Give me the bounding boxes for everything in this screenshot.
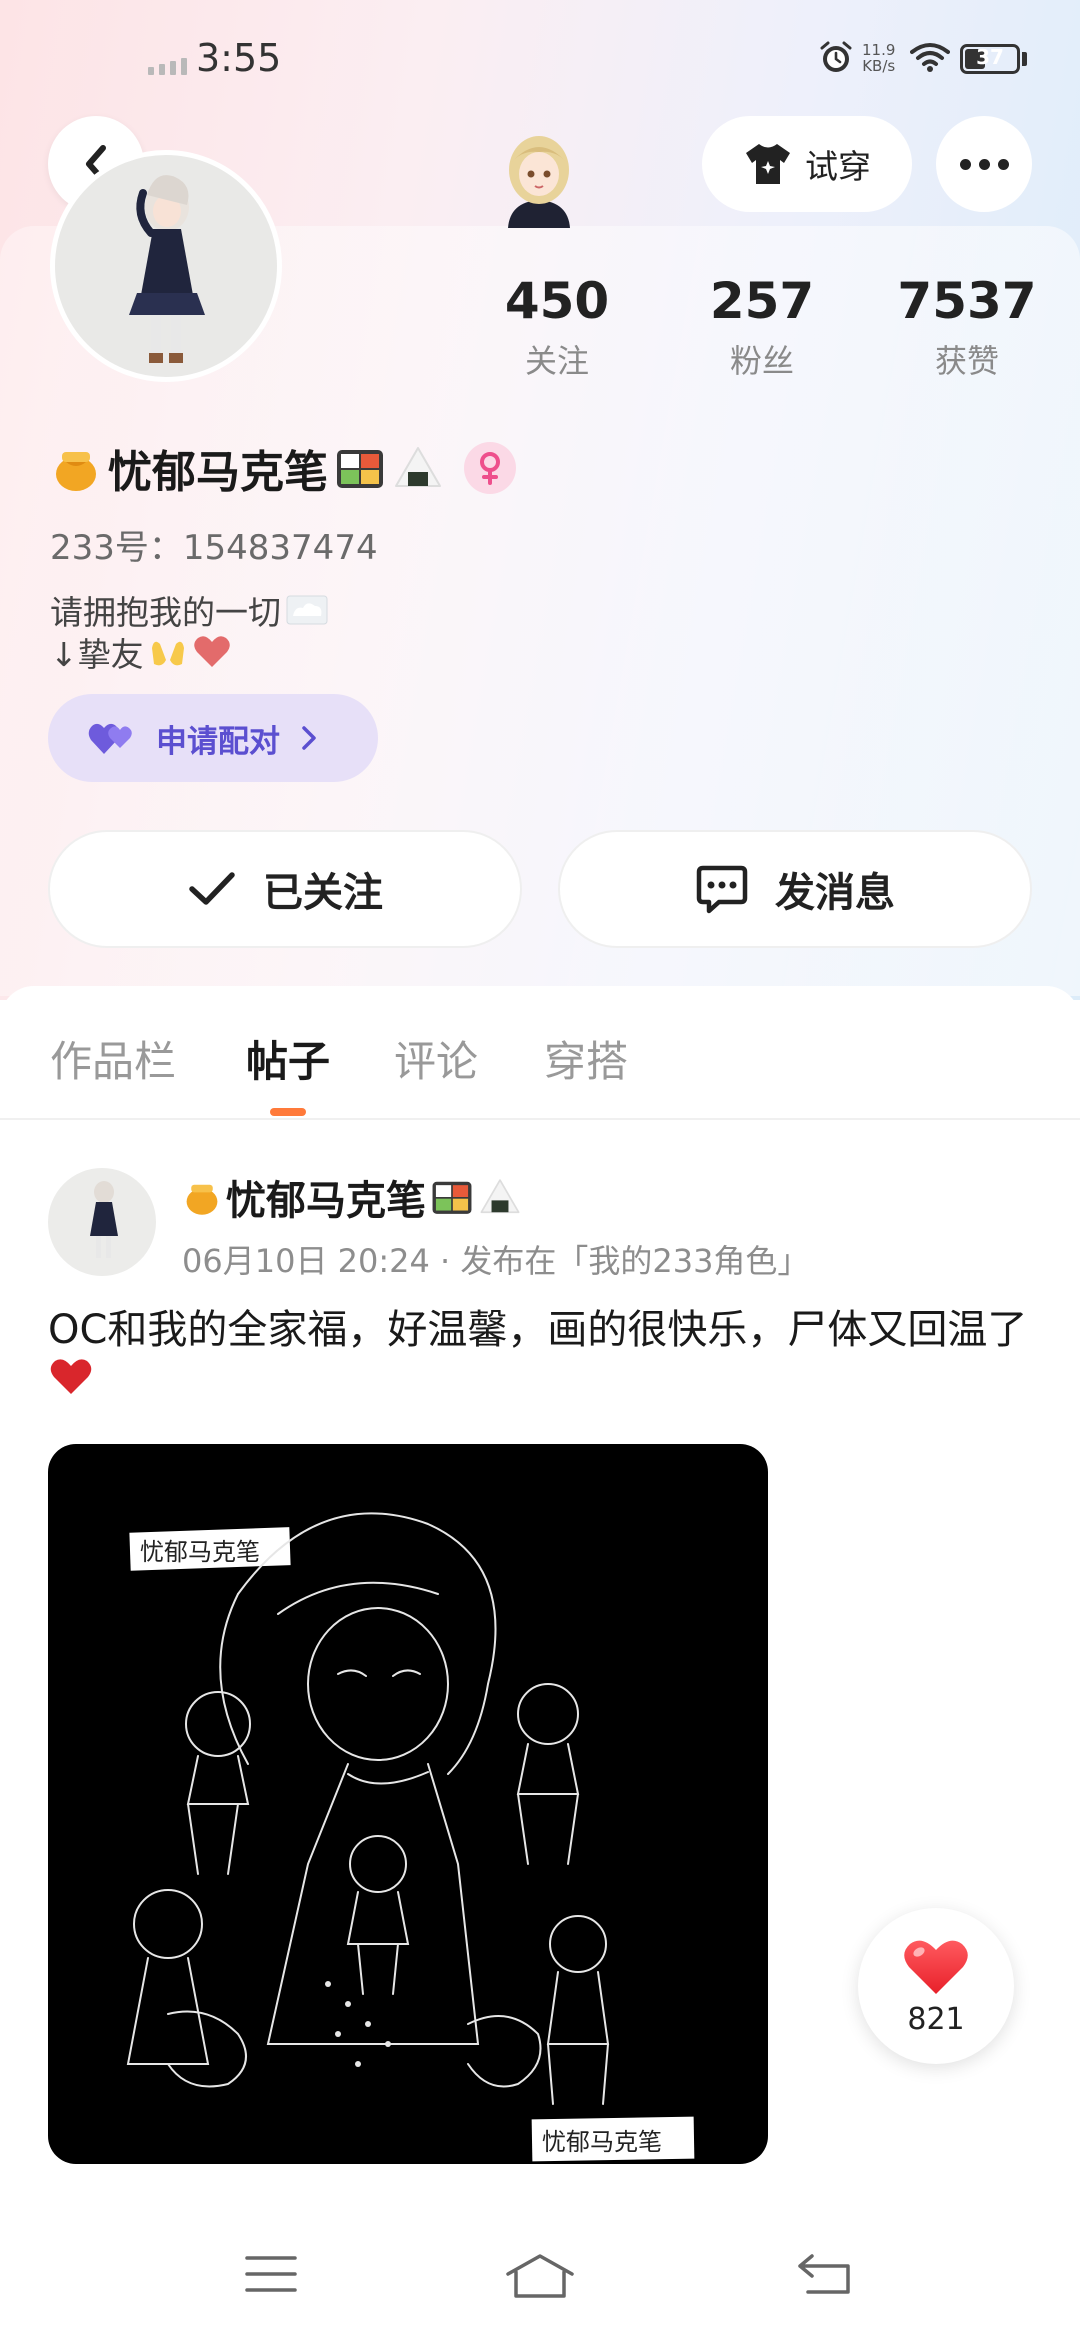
battery-tip	[1022, 52, 1027, 66]
avatar-character	[90, 1181, 118, 1258]
bento-icon	[432, 1181, 472, 1214]
like-count: 821	[907, 2001, 965, 2037]
net-speed-value: 11.9	[862, 41, 896, 59]
stat-following[interactable]: 450 关注	[467, 272, 647, 382]
bio-text-2: ↓挚友	[50, 635, 144, 674]
chevron-right-icon	[302, 726, 316, 750]
bio-line-1: 请拥抱我的一切	[50, 586, 329, 634]
status-bar: 3:55 11.9 KB/s 37	[0, 0, 1080, 110]
post-author-name: 忧郁马克笔	[226, 1178, 426, 1224]
followed-button[interactable]: 已关注	[48, 830, 522, 948]
signature-top: 忧郁马克笔	[140, 1538, 260, 1566]
pair-request-button[interactable]: 申请配对	[48, 694, 378, 782]
signal-icon	[148, 58, 187, 75]
open-hands-icon	[151, 641, 184, 666]
net-speed-unit: KB/s	[862, 57, 896, 75]
try-on-button[interactable]: 试穿	[702, 116, 912, 212]
signature-bottom: 忧郁马克笔	[542, 2128, 662, 2156]
line-art-drawing: 忧郁马克笔 忧郁马克笔	[126, 1512, 695, 2162]
avatar-character	[129, 175, 205, 363]
send-message-button[interactable]: 发消息	[558, 830, 1032, 948]
bio-line-2: ↓挚友	[50, 628, 232, 676]
post-body: OC和我的全家福，好温馨，画的很快乐，尸体又回温了	[48, 1307, 1028, 1353]
rice-ball-icon	[480, 1179, 520, 1214]
post-image[interactable]: 忧郁马克笔 忧郁马克笔	[48, 1444, 768, 2164]
stat-label: 关注	[524, 342, 589, 380]
stat-likes[interactable]: 7537 获赞	[877, 272, 1057, 382]
followed-label: 已关注	[263, 870, 383, 916]
stat-fans[interactable]: 257 粉丝	[672, 272, 852, 382]
home-icon[interactable]	[504, 2252, 576, 2300]
heart-emoji-icon	[193, 636, 230, 667]
profile-tabs: 作品栏 帖子 评论 穿搭	[0, 986, 1080, 1120]
stat-label: 获赞	[934, 342, 999, 380]
rice-ball-icon	[395, 447, 441, 487]
stat-value: 7537	[897, 272, 1037, 330]
purple-heart-icon	[88, 723, 132, 754]
message-label: 发消息	[775, 870, 895, 916]
chat-icon	[696, 865, 748, 914]
active-tab-indicator	[270, 1108, 306, 1116]
like-button[interactable]: 821	[858, 1908, 1014, 2064]
pair-label: 申请配对	[156, 723, 280, 760]
more-icon	[959, 158, 971, 170]
profile-name: 忧郁马克笔	[108, 447, 328, 498]
battery-level: 37	[976, 45, 1004, 69]
post-text: OC和我的全家福，好温馨，画的很快乐，尸体又回温了	[48, 1306, 1038, 1402]
stat-value: 257	[709, 272, 815, 330]
honey-pot-icon	[186, 1184, 218, 1215]
center-avatar[interactable]	[494, 124, 584, 228]
stat-value: 450	[504, 272, 610, 330]
female-icon	[464, 442, 516, 494]
try-on-label: 试穿	[805, 147, 871, 186]
check-icon	[189, 872, 235, 905]
profile-avatar[interactable]	[50, 150, 282, 382]
battery-indicator: 37	[960, 44, 1020, 74]
status-time: 3:55	[196, 36, 282, 80]
tab-posts[interactable]: 帖子	[246, 1028, 330, 1089]
post-meta: 06月10日 20:24 · 发布在「我的233角色」	[182, 1242, 810, 1280]
return-icon[interactable]	[794, 2252, 854, 2296]
honey-pot-icon	[56, 452, 96, 491]
stat-label: 粉丝	[729, 342, 794, 380]
red-heart-icon	[50, 1359, 92, 1394]
alarm-icon	[820, 41, 852, 72]
menu-icon[interactable]	[244, 2252, 298, 2296]
profile-name-row: 忧郁马克笔	[50, 436, 516, 500]
tab-comments[interactable]: 评论	[394, 1028, 478, 1089]
tshirt-icon	[746, 144, 790, 184]
heart-icon	[904, 1940, 968, 1994]
post-author[interactable]: 忧郁马克笔	[182, 1168, 522, 1226]
bento-icon	[337, 450, 383, 488]
cloud-icon	[286, 595, 328, 625]
more-button[interactable]	[936, 116, 1032, 212]
net-speed: 11.9 KB/s	[862, 42, 895, 74]
user-id: 233号：154837474	[50, 528, 378, 568]
tab-works[interactable]: 作品栏	[50, 1028, 176, 1089]
wifi-icon	[910, 43, 950, 72]
post-author-avatar[interactable]	[48, 1168, 156, 1276]
bio-text-1: 请拥抱我的一切	[50, 593, 281, 632]
system-navigation-bar	[0, 2206, 1080, 2340]
tab-outfits[interactable]: 穿搭	[544, 1028, 628, 1089]
